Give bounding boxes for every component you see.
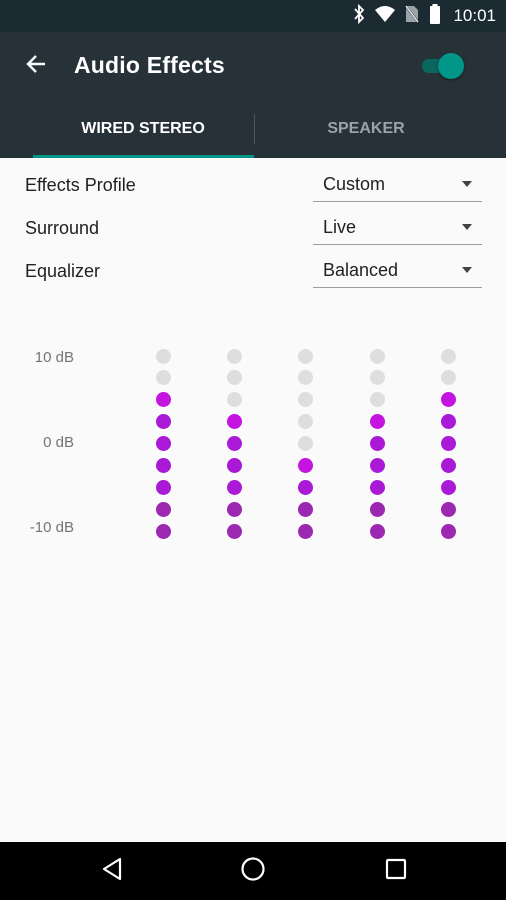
effects-profile-value: Custom bbox=[323, 174, 386, 194]
eq-dot-lit bbox=[155, 479, 171, 495]
tab-bar: WIRED STEREO SPEAKER bbox=[0, 100, 506, 158]
tab-divider bbox=[254, 114, 255, 144]
app-bar: Audio Effects bbox=[0, 32, 506, 100]
eq-dot-lit bbox=[369, 501, 385, 517]
eq-dot-lit bbox=[297, 501, 313, 517]
eq-dot-lit bbox=[226, 523, 242, 539]
nav-back-button[interactable] bbox=[92, 851, 132, 891]
nav-recents-button[interactable] bbox=[376, 851, 416, 891]
back-nav-icon bbox=[101, 857, 123, 886]
audio-effects-toggle[interactable] bbox=[420, 53, 466, 79]
eq-dot-lit bbox=[440, 458, 456, 473]
surround-label: Surround bbox=[25, 218, 100, 238]
status-icons: 10:01 bbox=[353, 0, 496, 32]
tab-speaker[interactable]: SPEAKER bbox=[256, 100, 476, 158]
nav-home-button[interactable] bbox=[233, 851, 273, 891]
navigation-bar bbox=[0, 842, 506, 900]
eq-dot-lit bbox=[369, 414, 385, 430]
eq-dot-unlit bbox=[297, 348, 313, 364]
surround-value: Live bbox=[323, 217, 357, 237]
eq-scale-label-top: 10 dB bbox=[34, 349, 74, 366]
eq-dot-lit bbox=[155, 414, 171, 430]
eq-scale-label-bottom: -10 dB bbox=[29, 519, 74, 536]
eq-scale-label-mid: 0 dB bbox=[43, 434, 74, 451]
eq-dot-lit bbox=[440, 414, 456, 430]
eq-dot-lit bbox=[155, 523, 171, 539]
eq-dot-unlit bbox=[297, 392, 313, 408]
eq-dot-lit bbox=[369, 479, 385, 495]
eq-dot-unlit bbox=[297, 370, 313, 386]
eq-dot-unlit bbox=[440, 348, 456, 364]
eq-dot-lit bbox=[155, 392, 171, 408]
eq-dot-lit bbox=[440, 501, 456, 517]
tab-indicator bbox=[33, 155, 254, 158]
home-nav-icon bbox=[240, 856, 266, 887]
eq-dot-lit bbox=[226, 479, 242, 495]
eq-dot-lit bbox=[297, 479, 313, 495]
no-sim-icon bbox=[404, 3, 421, 28]
page-title: Audio Effects bbox=[74, 52, 225, 78]
eq-dot-lit bbox=[369, 436, 385, 452]
dropdown-arrow-icon bbox=[462, 224, 472, 230]
eq-dot-lit bbox=[226, 414, 242, 430]
eq-dot-unlit bbox=[440, 370, 456, 386]
eq-dot-unlit bbox=[155, 348, 171, 364]
eq-dot-lit bbox=[226, 458, 242, 473]
eq-dot-lit bbox=[369, 458, 385, 473]
eq-dot-lit bbox=[440, 479, 456, 495]
eq-dot-lit bbox=[369, 523, 385, 539]
equalizer-label: Equalizer bbox=[25, 261, 101, 281]
status-bar: 10:01 bbox=[0, 0, 506, 32]
dropdown-arrow-icon bbox=[462, 267, 472, 273]
eq-dot-unlit bbox=[297, 414, 313, 430]
arrow-back-icon bbox=[25, 53, 47, 80]
back-button[interactable] bbox=[16, 46, 56, 86]
eq-dot-lit bbox=[226, 501, 242, 517]
battery-icon bbox=[429, 3, 441, 29]
eq-dot-lit bbox=[155, 458, 171, 473]
eq-dot-lit bbox=[155, 436, 171, 452]
effects-profile-label: Effects Profile bbox=[25, 175, 136, 195]
equalizer-dropdown[interactable]: Balanced bbox=[313, 257, 482, 288]
bluetooth-icon bbox=[353, 3, 365, 29]
eq-dot-unlit bbox=[226, 348, 242, 364]
equalizer-value: Balanced bbox=[323, 260, 399, 280]
eq-dot-lit bbox=[440, 392, 456, 408]
eq-dot-unlit bbox=[226, 370, 242, 386]
eq-dot-lit bbox=[226, 436, 242, 452]
eq-dot-lit bbox=[440, 436, 456, 452]
wifi-icon bbox=[375, 5, 396, 27]
eq-dot-lit bbox=[297, 458, 313, 473]
eq-dot-lit bbox=[155, 501, 171, 517]
surround-dropdown[interactable]: Live bbox=[313, 214, 482, 245]
eq-dot-unlit bbox=[369, 392, 385, 408]
status-time: 10:01 bbox=[453, 6, 496, 25]
eq-dot-lit bbox=[297, 523, 313, 539]
switch-thumb bbox=[438, 53, 464, 79]
eq-dot-unlit bbox=[369, 348, 385, 364]
recents-nav-icon bbox=[385, 858, 407, 885]
eq-dot-unlit bbox=[369, 370, 385, 386]
eq-dot-unlit bbox=[226, 392, 242, 408]
dropdown-arrow-icon bbox=[462, 181, 472, 187]
eq-dot-lit bbox=[440, 523, 456, 539]
eq-dot-unlit bbox=[155, 370, 171, 386]
eq-dot-unlit bbox=[297, 436, 313, 452]
effects-profile-dropdown[interactable]: Custom bbox=[313, 171, 482, 202]
tab-wired-stereo[interactable]: WIRED STEREO bbox=[33, 100, 253, 158]
